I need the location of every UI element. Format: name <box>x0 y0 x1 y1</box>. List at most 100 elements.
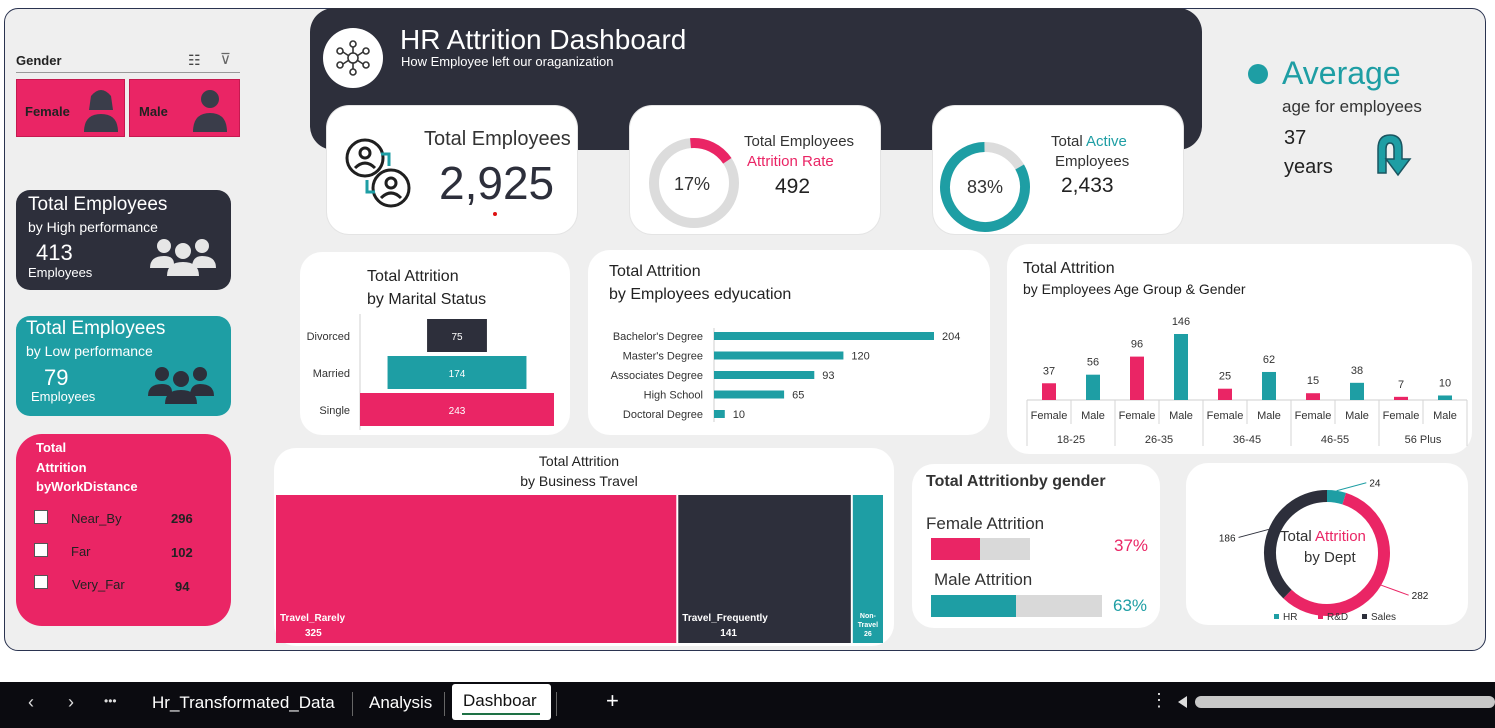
marital-status-chart-card: Total Attrition by Marital Status Divorc… <box>300 252 570 435</box>
distance-row[interactable]: Very_Far 94 <box>34 575 214 595</box>
data-label: 174 <box>449 369 466 380</box>
average-subtitle: age for employees <box>1282 97 1422 116</box>
data-label: 10 <box>1439 377 1451 389</box>
teal-dot-icon <box>1248 64 1268 84</box>
bar <box>1394 396 1408 400</box>
tile-label: Non- <box>860 613 877 620</box>
tile-value: 325 <box>305 628 322 639</box>
legend-swatch <box>1318 614 1323 619</box>
data-label: 96 <box>1131 339 1143 351</box>
data-label: 7 <box>1398 379 1404 391</box>
checkbox[interactable] <box>34 575 48 589</box>
sheet-tab[interactable]: Analysis <box>369 693 432 713</box>
slicer-item-label: Female <box>25 104 70 119</box>
group-label: 26-35 <box>1145 434 1173 446</box>
data-label: 120 <box>851 351 869 363</box>
horizontal-scrollbar[interactable] <box>1195 696 1495 708</box>
legend-label: R&D <box>1327 612 1348 623</box>
next-sheet-icon[interactable]: › <box>68 692 74 713</box>
group-label: 46-55 <box>1321 434 1349 446</box>
data-label: 56 <box>1087 357 1099 369</box>
work-distance-card: Total Attrition byWorkDistance Near_By 2… <box>16 434 231 626</box>
distance-label: Far <box>71 544 91 559</box>
distance-label: Near_By <box>71 511 122 526</box>
female-avatar-icon <box>84 90 118 132</box>
age-gender-chart: 37 Female 56 Male 18-25 96 Female 146 Male 26-35 2… <box>1026 316 1468 446</box>
prev-sheet-icon[interactable]: ‹ <box>28 692 34 713</box>
card-value: 79 <box>44 365 69 390</box>
male-avatar-icon <box>193 90 227 132</box>
average-age-panel: Average age for employees 37 years <box>1240 55 1470 185</box>
bar <box>1438 395 1452 400</box>
more-sheets-button[interactable]: ••• <box>104 694 117 708</box>
kpi-attrition-rate-card: 17% Total Employees Attrition Rate 492 <box>630 106 880 234</box>
distance-label: Very_Far <box>72 577 125 592</box>
gender-attrition-card: Total Attritionby gender Female Attritio… <box>912 464 1160 628</box>
add-sheet-button[interactable]: + <box>606 688 619 714</box>
slicer-item-female[interactable]: Female <box>16 79 125 137</box>
average-age-unit: years <box>1284 156 1333 178</box>
network-icon <box>336 40 370 76</box>
data-label: 93 <box>822 370 834 382</box>
sheet-tab-active[interactable]: Dashboar <box>452 684 551 720</box>
data-label: 15 <box>1307 375 1319 387</box>
kpi-active-employees-card: 83% Total Active Employees 2,433 <box>933 106 1183 234</box>
bar <box>1218 388 1232 400</box>
card-subtitle: by Low performance <box>26 343 153 359</box>
page-subtitle: How Employee left our oraganization <box>401 54 614 69</box>
card-subtitle: by High performance <box>28 219 158 235</box>
slicer-item-label: Male <box>139 104 168 119</box>
category-label: Single <box>319 405 350 417</box>
checkbox[interactable] <box>34 543 48 557</box>
scroll-left-icon[interactable] <box>1178 696 1187 708</box>
tick-label: Male <box>1081 410 1105 422</box>
kpi-label: Total Employees <box>424 128 571 150</box>
options-icon[interactable]: ⋮ <box>1150 690 1168 711</box>
tick-label: Male <box>1169 410 1193 422</box>
category-label: Divorced <box>307 331 350 343</box>
tile-label: Travel_Rarely <box>280 613 345 624</box>
donut-slice <box>1264 490 1328 599</box>
data-label: 204 <box>942 331 960 343</box>
tick-label: Male <box>1345 410 1369 422</box>
card-title: Total Employees <box>28 194 168 215</box>
distance-value: 296 <box>171 511 193 526</box>
network-logo <box>323 28 383 88</box>
group-label: 18-25 <box>1057 434 1085 446</box>
bar <box>1042 383 1056 400</box>
group-icon <box>148 367 214 404</box>
category-label: Married <box>313 368 350 380</box>
data-label: 243 <box>449 406 466 417</box>
card-value: 413 <box>36 240 73 265</box>
clear-filter-icon[interactable]: ⊽ <box>220 50 231 68</box>
card-unit: Employees <box>31 389 96 404</box>
tile-label: Travel <box>858 622 878 629</box>
distance-value: 94 <box>175 579 190 594</box>
male-attrition-label: Male Attrition <box>934 570 1033 589</box>
treemap-tile <box>852 495 883 643</box>
average-heading: Average <box>1282 55 1401 91</box>
employees-icon <box>345 138 411 208</box>
kpi-label-line2: Attrition Rate <box>747 153 834 170</box>
tick-label: Female <box>1207 410 1244 422</box>
female-bar-fill <box>931 538 980 560</box>
low-performance-card: Total Employees by Low performance 79 Em… <box>16 316 231 416</box>
distance-row[interactable]: Far 102 <box>34 543 214 563</box>
data-label: 146 <box>1172 316 1190 328</box>
slicer-item-male[interactable]: Male <box>129 79 240 137</box>
card-title-line1: Total <box>36 440 67 455</box>
bar <box>1086 374 1100 400</box>
donut-pct-label: 83% <box>967 177 1004 197</box>
multi-select-icon[interactable]: ☷ <box>188 52 201 69</box>
distance-row[interactable]: Near_By 296 <box>34 510 214 530</box>
high-performance-card: Total Employees by High performance 413 … <box>16 190 231 290</box>
education-chart: Bachelor's Degree 204 Master's Degree 120 As… <box>611 328 960 422</box>
kpi-label-line1: Total Active <box>1051 133 1127 150</box>
sheet-tab[interactable]: Hr_Transformated_Data <box>152 693 335 713</box>
group-label: 36-45 <box>1233 434 1261 446</box>
card-unit: Employees <box>28 265 93 280</box>
checkbox[interactable] <box>34 510 48 524</box>
data-label: 62 <box>1263 354 1275 366</box>
tick-label: Female <box>1383 410 1420 422</box>
business-travel-treemap: Travel_Rarely 325 Travel_Frequently 141 Non-… <box>276 495 883 643</box>
